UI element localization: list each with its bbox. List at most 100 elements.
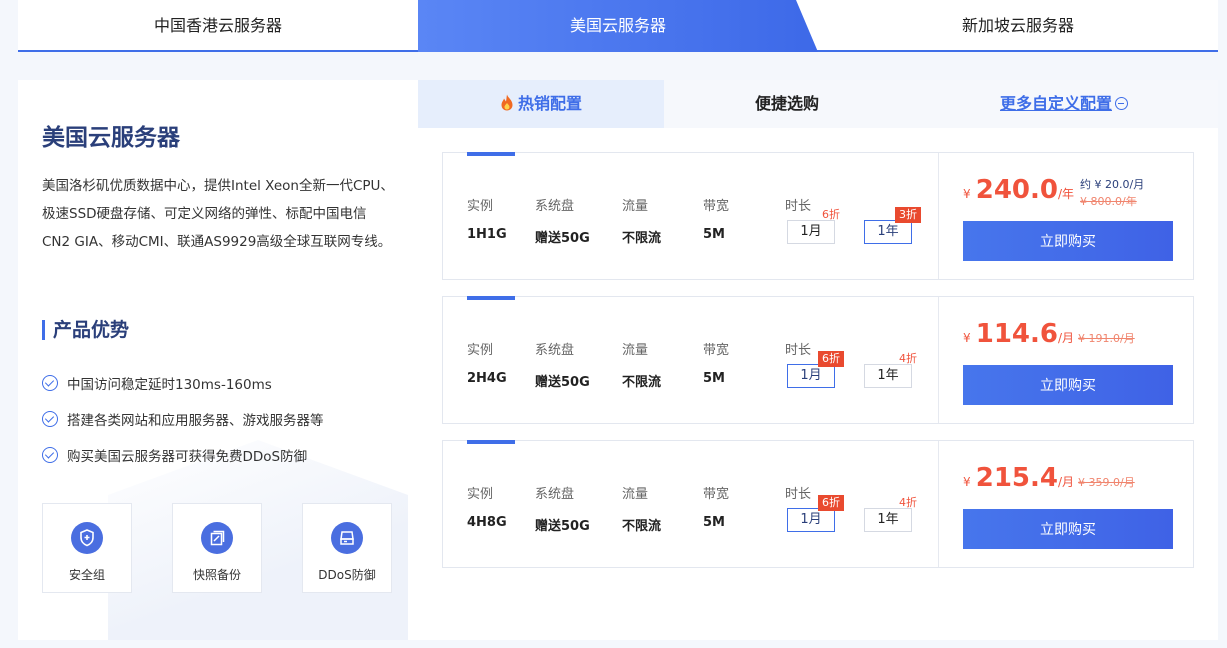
plan-divider [938,441,939,567]
spec-header: 带宽 [703,343,730,358]
buy-now-button[interactable]: 立即购买 [963,509,1173,549]
duration-year-button[interactable]: 1年 4折 [864,496,917,532]
spec-value: 不限流 [622,519,662,534]
plan-accent-bar [467,152,515,156]
disk-icon [331,522,363,554]
spec-disk: 系统盘赠送50G [535,339,590,390]
check-circle-icon [42,411,58,427]
buy-now-button[interactable]: 立即购买 [963,365,1173,405]
check-circle-icon [42,375,58,391]
month-discount-badge: 6折 [818,351,844,367]
year-discount-badge: 4折 [899,496,917,509]
plan-accent-bar [467,296,515,300]
collapse-circle-icon [1115,97,1128,110]
tab-singapore[interactable]: 新加坡云服务器 [818,0,1218,52]
spec-header: 系统盘 [535,199,575,214]
plan-divider [938,297,939,423]
spec-traffic: 流量 不限流 [622,339,661,390]
price-value: 215.4 [975,463,1058,493]
product-card-ddos[interactable]: DDoS防御 [302,503,392,593]
feature-text: 搭建各类网站和应用服务器、游戏服务器等 [67,413,324,429]
spec-instance: 实例 4H8G [467,483,507,530]
product-description: 美国洛杉矶优质数据中心，提供Intel Xeon全新一代CPU、极速SSD硬盘存… [42,178,394,250]
month-discount-badge: 6折 [822,208,840,221]
year-discount-badge: 3折 [895,207,921,223]
spec-value: 5M [703,227,725,242]
spec-value: 赠送50G [535,375,590,390]
product-card-label: 快照备份 [192,568,241,582]
config-tabs: 热销配置 便捷选购 更多自定义配置 [418,80,1218,128]
spec-disk: 系统盘 赠送50G [535,483,590,534]
duration-year-label: 1年 [877,224,899,239]
feature-item: 中国访问稳定延时130ms-160ms [42,373,272,393]
spec-header: 带宽 [703,199,730,214]
buy-now-button[interactable]: 立即购买 [963,221,1173,261]
duration-month-label: 1月 [800,368,822,383]
original-price: ¥ 359.0/月 [1078,476,1135,489]
tab-custom-config[interactable]: 更多自定义配置 [910,80,1218,128]
original-price: ¥ 191.0/月 [1078,332,1135,345]
tab-custom-label: 更多自定义配置 [999,94,1112,113]
spec-value: 5M [703,371,725,386]
tab-hot-config[interactable]: 热销配置 [418,80,664,128]
feature-text: 中国访问稳定延时130ms-160ms [67,377,272,393]
month-discount-badge: 6折 [818,495,844,511]
spec-header: 实例 [467,343,494,358]
year-discount-badge: 4折 [899,352,917,365]
duration-month-button[interactable]: 1月 6折 [787,351,844,388]
price-box: ¥ 215.4/月 ¥ 359.0/月 [963,463,1173,493]
price-box: ¥ 240.0/年约 ¥ 20.0/月 ¥ 800.0/年 [963,175,1173,209]
duration-year-label: 1年 [877,368,899,383]
spec-value: 4H8G [467,515,507,530]
spec-value: 2H4G [467,371,507,386]
product-intro-panel: 美国云服务器 美国洛杉矶优质数据中心，提供Intel Xeon全新一代CPU、极… [18,80,418,640]
duration-month-label: 1月 [800,512,822,527]
duration-month-button[interactable]: 1月 6折 [787,495,844,532]
price-unit: /月 [1057,331,1075,345]
spec-instance: 实例 1H1G [467,195,507,242]
currency-symbol: ¥ [963,331,971,345]
spec-header: 实例 [467,199,494,214]
spec-value: 不限流 [622,375,662,390]
spec-header: 带宽 [703,487,730,502]
duration-year-button[interactable]: 1年 4折 [864,352,917,388]
original-price: ¥ 800.0/年 [1080,195,1137,208]
duration-label: 时长 [785,343,812,358]
check-circle-icon [42,447,58,463]
duration-month-button[interactable]: 1月 6折 [787,208,840,244]
plan-card: 实例 4H8G 系统盘 赠送50G 流量 不限流 带宽 5M 时长 1月 6折 1年 4折 ¥ 215.4… [442,440,1194,568]
spec-traffic: 流量 不限流 [622,195,661,246]
spec-header: 流量 [622,199,649,214]
feature-item: 购买美国云服务器可获得免费DDoS防御 [42,445,307,465]
snapshot-icon [201,522,233,554]
tab-hongkong[interactable]: 中国香港云服务器 [18,0,418,52]
price-extra: 约 ¥ 20.0/月 ¥ 800.0/年 [1080,175,1144,209]
spec-value: 不限流 [622,231,662,246]
currency-symbol: ¥ [963,475,971,489]
plan-accent-bar [467,440,515,444]
tab-usa[interactable]: 美国云服务器 [418,0,818,52]
feature-text: 购买美国云服务器可获得免费DDoS防御 [67,449,308,465]
duration-year-label: 1年 [877,512,899,527]
duration-year-button[interactable]: 1年 3折 [864,207,921,244]
spec-value: 赠送50G [535,519,590,534]
duration-month-label: 1月 [800,224,822,239]
product-card-security-group[interactable]: 安全组 [42,503,132,593]
spec-bandwidth: 带宽 5M [703,195,729,242]
spec-header: 系统盘 [535,343,575,358]
advantages-title: 产品优势 [42,320,129,340]
product-title: 美国云服务器 [42,125,180,151]
tab-quick-buy[interactable]: 便捷选购 [664,80,910,128]
product-card-snapshot[interactable]: 快照备份 [172,503,262,593]
spec-value: 赠送50G [535,231,590,246]
spec-bandwidth: 带宽 5M [703,339,729,386]
fire-icon [501,94,513,111]
spec-instance: 实例 2H4G [467,339,507,386]
plan-card: 实例 1H1G 系统盘 赠送50G 流量 不限流 带宽 5M 时长 1月 6折 1年 3折 ¥ 240.0… [442,152,1194,280]
region-tabs: 中国香港云服务器 美国云服务器 新加坡云服务器 [18,0,1218,52]
plans-panel: 热销配置 便捷选购 更多自定义配置 实例 1H1G 系统盘 赠送50G 流量 不限流 带宽 5… [418,80,1218,640]
plan-divider [938,153,939,279]
approx-monthly-price: 约 ¥ 20.0/月 [1080,178,1145,191]
spec-header: 流量 [622,487,649,502]
spec-header: 流量 [622,343,649,358]
